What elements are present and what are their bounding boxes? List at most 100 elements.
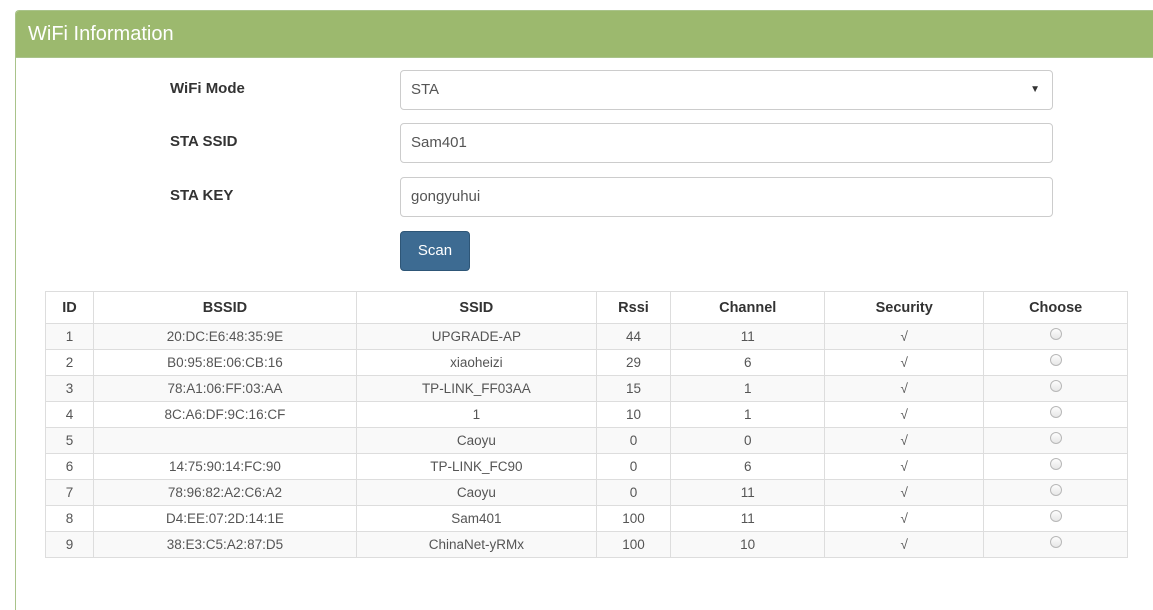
cell-channel: 10 bbox=[670, 531, 826, 558]
cell-choose bbox=[983, 531, 1128, 558]
cell-bssid: 14:75:90:14:FC:90 bbox=[92, 453, 357, 480]
column-header-choose: Choose bbox=[983, 291, 1128, 324]
cell-choose bbox=[983, 479, 1128, 506]
column-header-ssid: SSID bbox=[355, 291, 597, 324]
cell-rssi: 15 bbox=[595, 375, 672, 402]
cell-ssid: UPGRADE-AP bbox=[355, 323, 597, 350]
column-header-rssi: Rssi bbox=[595, 291, 672, 324]
cell-channel: 11 bbox=[670, 479, 826, 506]
choose-radio[interactable] bbox=[1049, 510, 1062, 523]
cell-bssid: B0:95:8E:06:CB:16 bbox=[92, 349, 357, 376]
cell-choose bbox=[983, 323, 1128, 350]
cell-id: 3 bbox=[45, 375, 94, 402]
column-header-security: Security bbox=[824, 291, 985, 324]
cell-ssid: Caoyu bbox=[355, 479, 597, 506]
cell-id: 5 bbox=[45, 427, 94, 454]
choose-radio[interactable] bbox=[1049, 354, 1062, 367]
cell-security: √ bbox=[824, 323, 985, 350]
cell-rssi: 0 bbox=[595, 453, 672, 480]
cell-rssi: 44 bbox=[595, 323, 672, 350]
table-row: 3 78:A1:06:FF:03:AA TP-LINK_FF03AA 15 1 √ bbox=[45, 375, 1128, 402]
cell-id: 6 bbox=[45, 453, 94, 480]
chevron-down-icon: ▼ bbox=[1030, 84, 1040, 95]
cell-security: √ bbox=[824, 427, 985, 454]
cell-channel: 6 bbox=[670, 453, 826, 480]
sta-key-input[interactable]: gongyuhui bbox=[400, 177, 1053, 217]
cell-ssid: Caoyu bbox=[355, 427, 597, 454]
cell-ssid: TP-LINK_FC90 bbox=[355, 453, 597, 480]
cell-bssid: 38:E3:C5:A2:87:D5 bbox=[92, 531, 357, 558]
sta-key-label: STA KEY bbox=[170, 187, 234, 204]
cell-bssid: 8C:A6:DF:9C:16:CF bbox=[92, 401, 357, 428]
cell-ssid: TP-LINK_FF03AA bbox=[355, 375, 597, 402]
choose-radio[interactable] bbox=[1049, 328, 1062, 341]
cell-choose bbox=[983, 401, 1128, 428]
cell-id: 2 bbox=[45, 349, 94, 376]
cell-choose bbox=[983, 375, 1128, 402]
choose-radio[interactable] bbox=[1049, 380, 1062, 393]
cell-bssid: D4:EE:07:2D:14:1E bbox=[92, 505, 357, 532]
cell-bssid: 20:DC:E6:48:35:9E bbox=[92, 323, 357, 350]
table-row: 7 78:96:82:A2:C6:A2 Caoyu 0 11 √ bbox=[45, 479, 1128, 506]
choose-radio[interactable] bbox=[1049, 484, 1062, 497]
sta-ssid-value: Sam401 bbox=[411, 134, 467, 151]
cell-channel: 1 bbox=[670, 401, 826, 428]
table-row: 1 20:DC:E6:48:35:9E UPGRADE-AP 44 11 √ bbox=[45, 323, 1128, 350]
cell-choose bbox=[983, 453, 1128, 480]
cell-id: 4 bbox=[45, 401, 94, 428]
sta-key-value: gongyuhui bbox=[411, 188, 481, 205]
column-header-bssid: BSSID bbox=[92, 291, 357, 324]
cell-rssi: 0 bbox=[595, 479, 672, 506]
wifi-mode-value: STA bbox=[411, 81, 440, 98]
table-header-row: ID BSSID SSID Rssi Channel Security Choose bbox=[45, 291, 1128, 324]
cell-security: √ bbox=[824, 401, 985, 428]
cell-bssid: 78:A1:06:FF:03:AA bbox=[92, 375, 357, 402]
cell-security: √ bbox=[824, 349, 985, 376]
cell-ssid: 1 bbox=[355, 401, 597, 428]
table-row: 4 8C:A6:DF:9C:16:CF 1 10 1 √ bbox=[45, 401, 1128, 428]
cell-rssi: 100 bbox=[595, 531, 672, 558]
choose-radio[interactable] bbox=[1049, 536, 1062, 549]
cell-choose bbox=[983, 349, 1128, 376]
cell-rssi: 10 bbox=[595, 401, 672, 428]
table-row: 6 14:75:90:14:FC:90 TP-LINK_FC90 0 6 √ bbox=[45, 453, 1128, 480]
cell-security: √ bbox=[824, 505, 985, 532]
cell-bssid bbox=[92, 427, 357, 454]
sta-ssid-label: STA SSID bbox=[170, 133, 238, 150]
column-header-channel: Channel bbox=[670, 291, 826, 324]
cell-channel: 1 bbox=[670, 375, 826, 402]
cell-ssid: xiaoheizi bbox=[355, 349, 597, 376]
column-header-id: ID bbox=[45, 291, 94, 324]
wifi-mode-label: WiFi Mode bbox=[170, 80, 245, 97]
cell-channel: 11 bbox=[670, 323, 826, 350]
choose-radio[interactable] bbox=[1049, 432, 1062, 445]
sta-ssid-input[interactable]: Sam401 bbox=[400, 123, 1053, 163]
table-row: 8 D4:EE:07:2D:14:1E Sam401 100 11 √ bbox=[45, 505, 1128, 532]
cell-security: √ bbox=[824, 479, 985, 506]
cell-id: 8 bbox=[45, 505, 94, 532]
cell-rssi: 0 bbox=[595, 427, 672, 454]
cell-rssi: 100 bbox=[595, 505, 672, 532]
cell-ssid: ChinaNet-yRMx bbox=[355, 531, 597, 558]
panel-title: WiFi Information bbox=[16, 11, 1153, 58]
choose-radio[interactable] bbox=[1049, 406, 1062, 419]
cell-id: 1 bbox=[45, 323, 94, 350]
cell-choose bbox=[983, 427, 1128, 454]
cell-ssid: Sam401 bbox=[355, 505, 597, 532]
choose-radio[interactable] bbox=[1049, 458, 1062, 471]
wifi-mode-select[interactable]: STA ▼ bbox=[400, 70, 1053, 110]
cell-security: √ bbox=[824, 375, 985, 402]
table-row: 5 Caoyu 0 0 √ bbox=[45, 427, 1128, 454]
cell-channel: 6 bbox=[670, 349, 826, 376]
cell-id: 9 bbox=[45, 531, 94, 558]
cell-id: 7 bbox=[45, 479, 94, 506]
wifi-scan-table: ID BSSID SSID Rssi Channel Security Choose 1 20… bbox=[45, 291, 1128, 558]
table-row: 9 38:E3:C5:A2:87:D5 ChinaNet-yRMx 100 10 √ bbox=[45, 531, 1128, 558]
cell-security: √ bbox=[824, 453, 985, 480]
cell-security: √ bbox=[824, 531, 985, 558]
cell-bssid: 78:96:82:A2:C6:A2 bbox=[92, 479, 357, 506]
cell-rssi: 29 bbox=[595, 349, 672, 376]
cell-channel: 0 bbox=[670, 427, 826, 454]
cell-channel: 11 bbox=[670, 505, 826, 532]
scan-button[interactable]: Scan bbox=[400, 231, 470, 271]
